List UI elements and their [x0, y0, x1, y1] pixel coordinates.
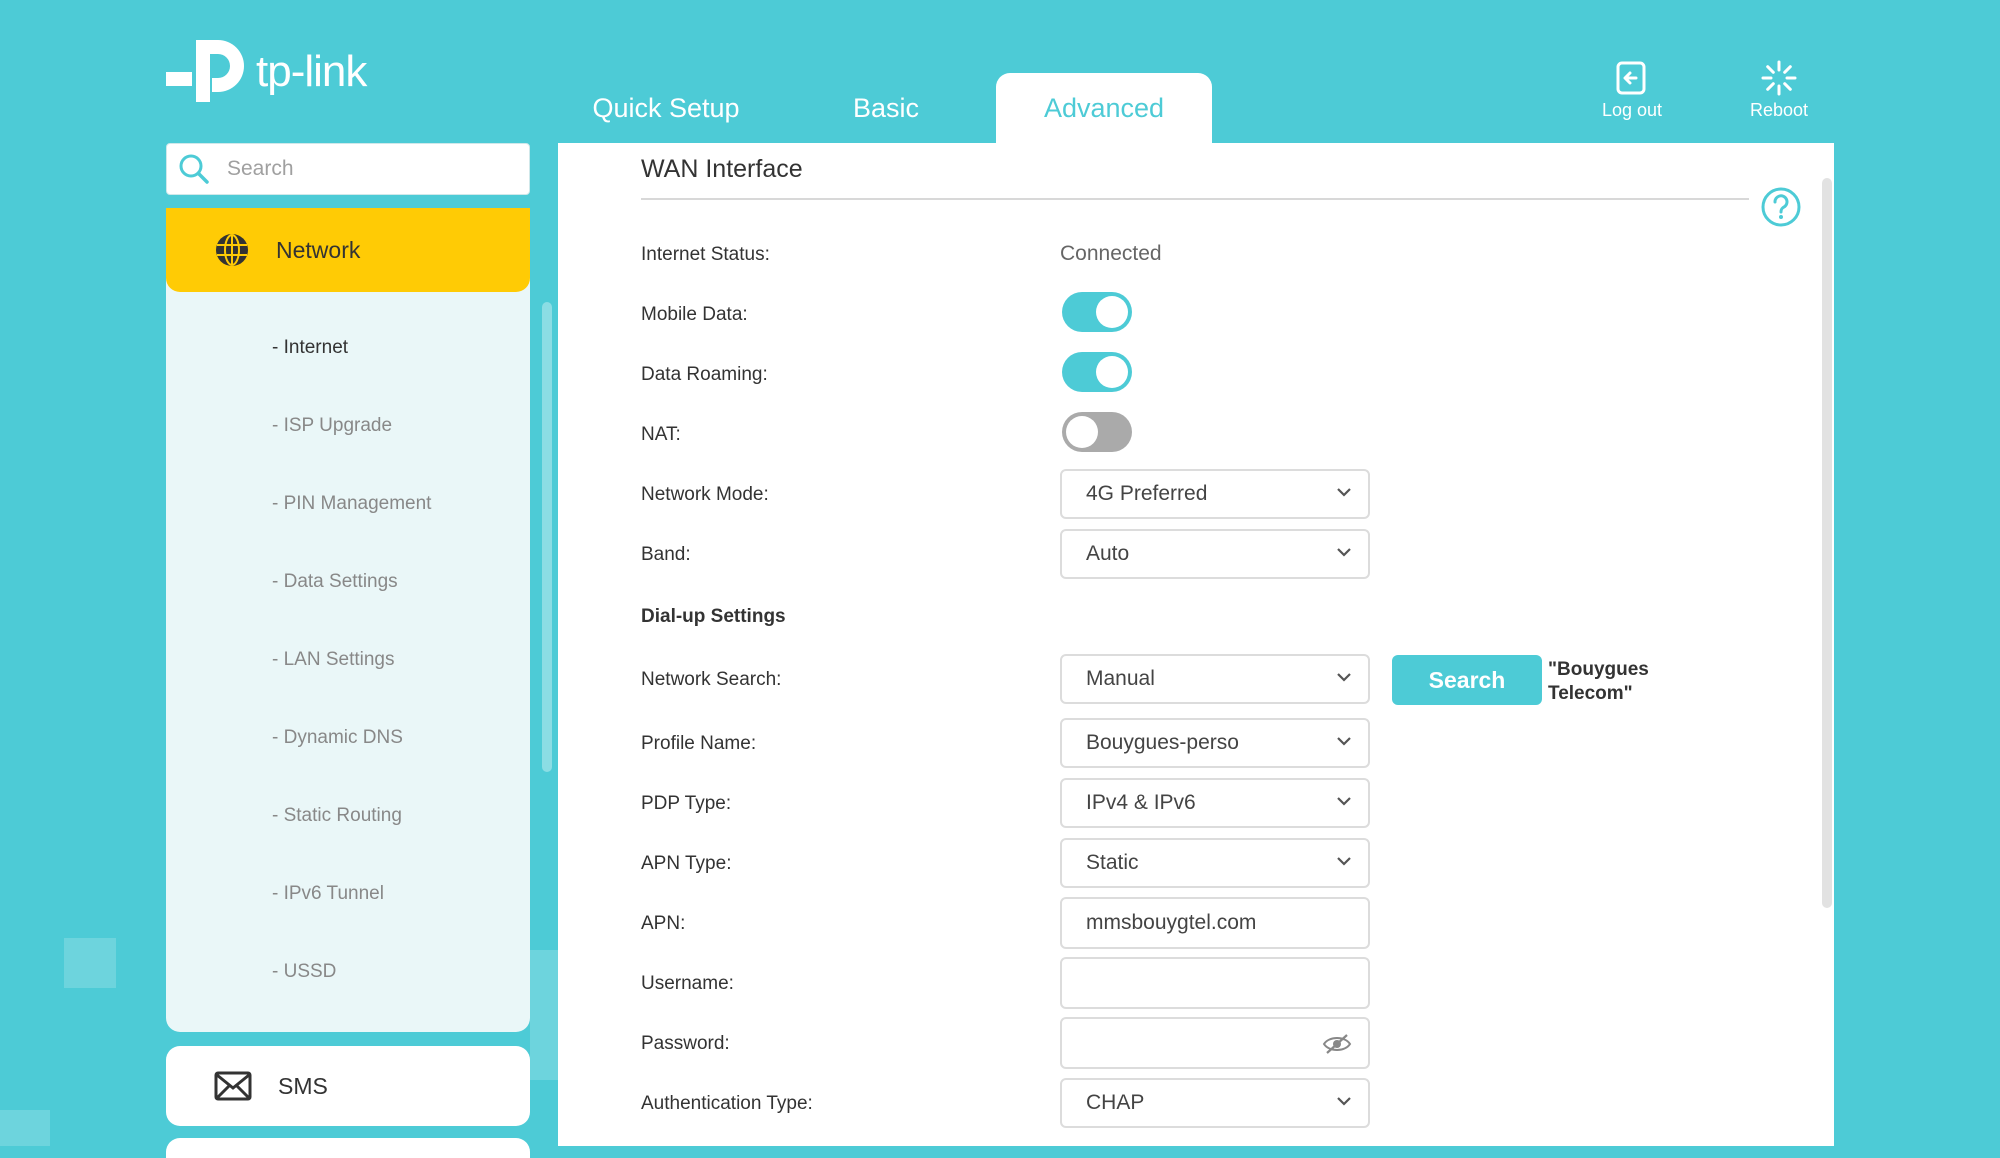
background-decoration — [530, 950, 558, 1080]
password-input[interactable] — [1060, 1017, 1370, 1069]
tab-quick-setup[interactable]: Quick Setup — [566, 73, 766, 143]
sidebar-item-internet[interactable]: - Internet — [272, 337, 348, 359]
reboot-button[interactable]: Reboot — [1729, 60, 1829, 121]
sidebar-network-submenu — [166, 208, 530, 1032]
toggle-knob — [1066, 416, 1098, 448]
sidebar-item-data-settings[interactable]: - Data Settings — [272, 571, 398, 593]
page-title: WAN Interface — [641, 155, 803, 183]
select-value: Manual — [1086, 667, 1155, 690]
chevron-down-icon — [1337, 548, 1351, 557]
tab-label: Quick Setup — [592, 92, 740, 123]
internet-status-value: Connected — [1060, 242, 1162, 265]
data-roaming-label: Data Roaming: — [641, 364, 768, 385]
logo-text: tp-link — [256, 47, 367, 96]
main-scrollbar[interactable] — [1822, 178, 1832, 908]
select-value: 4G Preferred — [1086, 482, 1208, 505]
chevron-down-icon — [1337, 737, 1351, 746]
sidebar-item-sms[interactable]: SMS — [166, 1046, 530, 1126]
chevron-down-icon — [1337, 1097, 1351, 1106]
tp-link-logo: tp-link — [166, 30, 367, 114]
sidebar-item-pin-management[interactable]: - PIN Management — [272, 493, 431, 515]
sidebar-item-lan-settings[interactable]: - LAN Settings — [272, 649, 395, 671]
apn-type-label: APN Type: — [641, 853, 732, 874]
tab-advanced[interactable]: Advanced — [996, 73, 1212, 143]
band-select[interactable]: Auto — [1060, 529, 1370, 579]
select-value: IPv4 & IPv6 — [1086, 791, 1196, 814]
globe-icon — [216, 234, 248, 266]
title-divider — [641, 198, 1749, 200]
sidebar-item-network[interactable]: Network — [166, 208, 530, 292]
chevron-down-icon — [1337, 673, 1351, 682]
toggle-knob — [1096, 296, 1128, 328]
eye-slash-icon[interactable] — [1322, 1033, 1352, 1055]
select-value: CHAP — [1086, 1091, 1145, 1114]
mobile-data-label: Mobile Data: — [641, 304, 748, 325]
tp-link-logo-icon — [166, 40, 244, 102]
sidebar-search — [166, 143, 530, 195]
apn-input[interactable]: mmsbouygtel.com — [1060, 897, 1370, 949]
data-roaming-toggle[interactable] — [1062, 352, 1132, 392]
internet-status-label: Internet Status: — [641, 244, 770, 265]
search-input[interactable] — [225, 156, 509, 182]
select-value: Bouygues-perso — [1086, 731, 1239, 754]
auth-type-label: Authentication Type: — [641, 1093, 813, 1114]
network-mode-label: Network Mode: — [641, 484, 769, 505]
profile-name-select[interactable]: Bouygues-perso — [1060, 718, 1370, 768]
sidebar-item-ussd[interactable]: - USSD — [272, 961, 336, 983]
chevron-down-icon — [1337, 488, 1351, 497]
network-search-button[interactable]: Search — [1392, 655, 1542, 705]
pdp-type-select[interactable]: IPv4 & IPv6 — [1060, 778, 1370, 828]
toggle-knob — [1096, 356, 1128, 388]
reboot-label: Reboot — [1749, 100, 1809, 120]
network-search-label: Network Search: — [641, 669, 782, 690]
chevron-down-icon — [1337, 797, 1351, 806]
logout-label: Log out — [1601, 100, 1663, 120]
sidebar-item-static-routing[interactable]: - Static Routing — [272, 805, 402, 827]
background-decoration — [0, 1110, 50, 1146]
envelope-icon — [214, 1071, 252, 1101]
apn-label: APN: — [641, 913, 686, 934]
sidebar-item-dynamic-dns[interactable]: - Dynamic DNS — [272, 727, 403, 749]
chevron-down-icon — [1337, 857, 1351, 866]
nat-toggle[interactable] — [1062, 412, 1132, 452]
sidebar-next-item — [166, 1138, 530, 1158]
sidebar-item-isp-upgrade[interactable]: - ISP Upgrade — [272, 415, 392, 437]
network-search-result: "Bouygues Telecom" — [1548, 659, 1649, 704]
background-decoration — [64, 938, 116, 988]
username-input[interactable] — [1060, 957, 1370, 1009]
sidebar-item-label: Network — [276, 236, 361, 263]
reboot-icon — [1761, 60, 1797, 96]
sidebar-item-ipv6-tunnel[interactable]: - IPv6 Tunnel — [272, 883, 384, 905]
auth-type-select[interactable]: CHAP — [1060, 1078, 1370, 1128]
search-icon — [179, 154, 209, 184]
tab-basic[interactable]: Basic — [806, 73, 966, 143]
network-mode-select[interactable]: 4G Preferred — [1060, 469, 1370, 519]
help-icon[interactable] — [1760, 186, 1802, 228]
select-value: Static — [1086, 851, 1139, 874]
input-value: mmsbouygtel.com — [1086, 911, 1257, 934]
profile-name-label: Profile Name: — [641, 733, 757, 754]
logout-icon — [1616, 61, 1646, 95]
pdp-type-label: PDP Type: — [641, 793, 732, 814]
select-value: Auto — [1086, 542, 1130, 565]
password-label: Password: — [641, 1033, 730, 1054]
sidebar-scrollbar[interactable] — [542, 302, 552, 772]
band-label: Band: — [641, 544, 691, 565]
dialup-settings-heading: Dial-up Settings — [641, 606, 786, 627]
logout-button[interactable]: Log out — [1582, 60, 1682, 121]
nat-label: NAT: — [641, 424, 681, 445]
apn-type-select[interactable]: Static — [1060, 838, 1370, 888]
tab-label: Advanced — [1043, 92, 1165, 123]
tab-label: Basic — [852, 92, 920, 123]
network-search-select[interactable]: Manual — [1060, 654, 1370, 704]
mobile-data-toggle[interactable] — [1062, 292, 1132, 332]
username-label: Username: — [641, 973, 734, 994]
sidebar-item-label: SMS — [278, 1072, 328, 1099]
